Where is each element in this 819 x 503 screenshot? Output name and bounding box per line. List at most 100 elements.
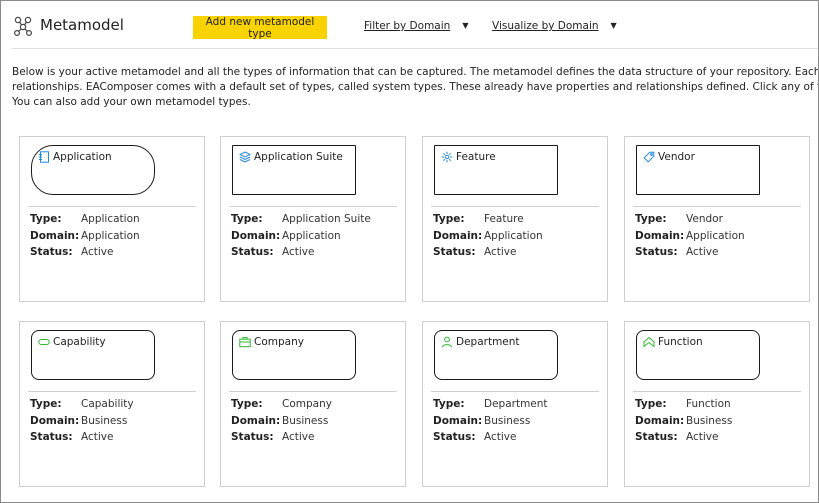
status-value: Active (686, 246, 719, 258)
intro-line: relationships. EAComposer comes with a d… (12, 81, 819, 94)
card-company[interactable]: Company Type: Company Domain: Business Sta… (220, 321, 406, 487)
type-shape[interactable]: Function (636, 330, 760, 380)
visualize-by-domain-label: Visualize by Domain (492, 20, 599, 32)
caret-down-icon: ▼ (462, 21, 469, 30)
type-shape[interactable]: Department (434, 330, 558, 380)
status-key: Status: (635, 431, 678, 443)
filter-by-domain-dropdown[interactable]: Filter by Domain ▼ (364, 20, 468, 32)
card-divider (633, 206, 801, 207)
type-shape[interactable]: Application Suite (232, 145, 356, 195)
add-metamodel-type-button[interactable]: Add new metamodel type (193, 16, 327, 40)
intro-line: You can also add your own metamodel type… (12, 96, 251, 109)
header-divider (11, 48, 818, 49)
card-divider (229, 206, 397, 207)
tag-icon (643, 151, 655, 163)
type-shape[interactable]: Feature (434, 145, 558, 195)
type-value: Department (484, 398, 548, 410)
type-key: Type: (433, 398, 465, 410)
type-value: Capability (81, 398, 134, 410)
shape-label: Function (658, 336, 703, 348)
shape-label: Vendor (658, 151, 695, 163)
card-divider (229, 391, 397, 392)
gear-icon (441, 151, 453, 163)
card-application-suite[interactable]: Application Suite Type: Application Suite… (220, 136, 406, 302)
metamodel-window: Metamodel Add new metamodel type Filter … (0, 0, 819, 503)
status-value: Active (282, 246, 315, 258)
card-vendor[interactable]: Vendor Type: Vendor Domain: Application St… (624, 136, 810, 302)
type-key: Type: (635, 213, 667, 225)
shape-label: Application (53, 151, 112, 163)
card-divider (431, 391, 599, 392)
card-feature[interactable]: Feature Type: Feature Domain: Application … (422, 136, 608, 302)
domain-key: Domain: (635, 229, 685, 242)
status-value: Active (484, 246, 517, 258)
status-key: Status: (231, 246, 274, 258)
domain-key: Domain: (30, 229, 80, 242)
domain-value: Business (484, 414, 531, 427)
type-value: Application (81, 213, 140, 225)
chevron-up-icon (643, 336, 655, 348)
type-shape[interactable]: Company (232, 330, 356, 380)
status-value: Active (282, 431, 315, 443)
briefcase-icon (239, 337, 251, 348)
domain-key: Domain: (231, 414, 281, 427)
intro-text: Below is your active metamodel and all t… (12, 65, 819, 111)
metamodel-icon (14, 16, 32, 36)
type-key: Type: (30, 398, 62, 410)
card-department[interactable]: Department Type: Department Domain: Busine… (422, 321, 608, 487)
status-value: Active (484, 431, 517, 443)
card-divider (28, 206, 196, 207)
status-value: Active (686, 431, 719, 443)
status-key: Status: (433, 431, 476, 443)
type-value: Company (282, 398, 332, 410)
domain-value: Business (81, 414, 128, 427)
domain-value: Application (484, 229, 543, 242)
type-value: Application Suite (282, 213, 371, 225)
card-function[interactable]: Function Type: Function Domain: Business S… (624, 321, 810, 487)
domain-key: Domain: (433, 414, 483, 427)
type-shape[interactable]: Application (31, 145, 155, 195)
header-bar: Metamodel Add new metamodel type Filter … (1, 1, 818, 49)
visualize-by-domain-dropdown[interactable]: Visualize by Domain ▼ (492, 20, 617, 32)
status-key: Status: (433, 246, 476, 258)
status-key: Status: (231, 431, 274, 443)
domain-value: Application (282, 229, 341, 242)
domain-value: Application (686, 229, 745, 242)
domain-value: Business (282, 414, 329, 427)
type-key: Type: (231, 213, 263, 225)
type-key: Type: (30, 213, 62, 225)
domain-value: Application (81, 229, 140, 242)
domain-key: Domain: (433, 229, 483, 242)
domain-key: Domain: (30, 414, 80, 427)
type-shape[interactable]: Capability (31, 330, 155, 380)
application-icon (38, 151, 49, 163)
type-shape[interactable]: Vendor (636, 145, 760, 195)
card-capability[interactable]: Capability Type: Capability Domain: Busine… (19, 321, 205, 487)
shape-label: Capability (53, 336, 106, 348)
type-key: Type: (635, 398, 667, 410)
card-divider (431, 206, 599, 207)
card-divider (28, 391, 196, 392)
status-key: Status: (30, 431, 73, 443)
shape-label: Department (456, 336, 520, 348)
person-icon (442, 336, 452, 348)
card-application[interactable]: Application Type: Application Domain: Appl… (19, 136, 205, 302)
shape-label: Feature (456, 151, 496, 163)
status-key: Status: (30, 246, 73, 258)
domain-key: Domain: (635, 414, 685, 427)
caret-down-icon: ▼ (610, 21, 617, 30)
status-value: Active (81, 431, 114, 443)
status-key: Status: (635, 246, 678, 258)
status-value: Active (81, 246, 114, 258)
capability-icon (38, 339, 50, 345)
card-divider (633, 391, 801, 392)
type-value: Feature (484, 213, 524, 225)
domain-value: Business (686, 414, 733, 427)
type-value: Vendor (686, 213, 723, 225)
layers-icon (239, 151, 251, 163)
domain-key: Domain: (231, 229, 281, 242)
shape-label: Company (254, 336, 304, 348)
intro-line: Below is your active metamodel and all t… (12, 66, 819, 78)
type-key: Type: (433, 213, 465, 225)
type-value: Function (686, 398, 731, 410)
